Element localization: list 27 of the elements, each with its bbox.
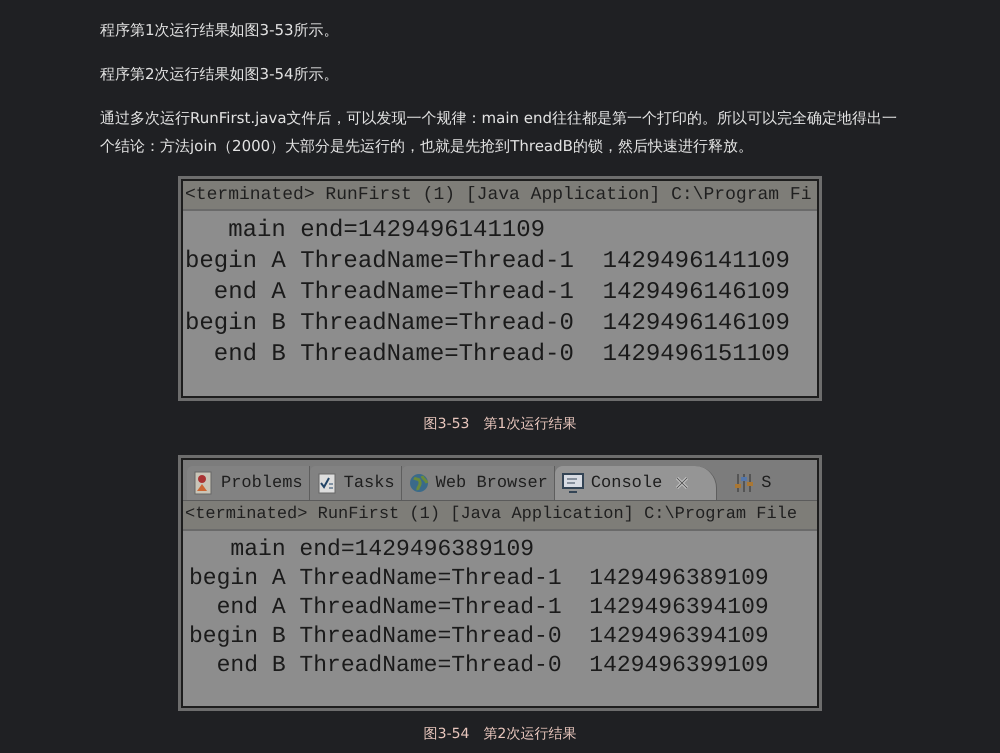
console-line: begin B ThreadName=Thread-0 1429496146109 [185, 309, 791, 339]
close-icon[interactable] [674, 475, 690, 491]
console-line: begin A ThreadName=Thread-1 1429496389109 [189, 564, 770, 593]
clipboard-check-icon [316, 471, 338, 495]
view-tab[interactable]: Problems [187, 466, 310, 500]
body-paragraph: 程序第1次运行结果如图3-53所示。 [100, 20, 340, 41]
globe-icon [408, 472, 430, 494]
console-line: end B ThreadName=Thread-0 1429496151109 [212, 340, 791, 370]
console-line: begin A ThreadName=Thread-1 1429496141109 [185, 247, 791, 277]
body-paragraph: 通过多次运行RunFirst.java文件后，可以发现一个规律：main end往往都是第一个打印的。所以可以完全确定地得出一个结论：方法join（2000）大部分是先运行的，也就是先抢到ThreadB的锁，然后快速进行释放。 [100, 108, 898, 157]
monitor-icon [560, 472, 585, 494]
sliders-icon [733, 472, 756, 494]
figure-caption: 图3-53 第1次运行结果 [424, 415, 576, 433]
console-line: begin B ThreadName=Thread-0 1429496394109 [189, 622, 770, 651]
console-line: end A ThreadName=Thread-1 1429496146109 [212, 278, 791, 308]
figure-caption: 图3-54 第2次运行结果 [424, 725, 576, 743]
view-tab[interactable]: Tasks [310, 466, 402, 500]
view-tab[interactable]: Console [554, 466, 718, 500]
view-tab[interactable]: S [727, 466, 778, 500]
body-paragraph: 程序第2次运行结果如图3-54所示。 [100, 64, 340, 85]
console-line: end B ThreadName=Thread-0 1429496399109 [216, 651, 770, 680]
console-line: main end=1429496141109 [227, 216, 546, 246]
console-header: <terminated> RunFirst (1) [Java Application] C:\Program Fi [183, 181, 817, 211]
console-line: main end=1429496389109 [229, 535, 536, 564]
console-line: end A ThreadName=Thread-1 1429496394109 [216, 593, 770, 622]
console-header: <terminated> RunFirst (1) [Java Application] C:\Program File [183, 501, 817, 531]
view-tab[interactable]: Web Browser [402, 466, 555, 500]
